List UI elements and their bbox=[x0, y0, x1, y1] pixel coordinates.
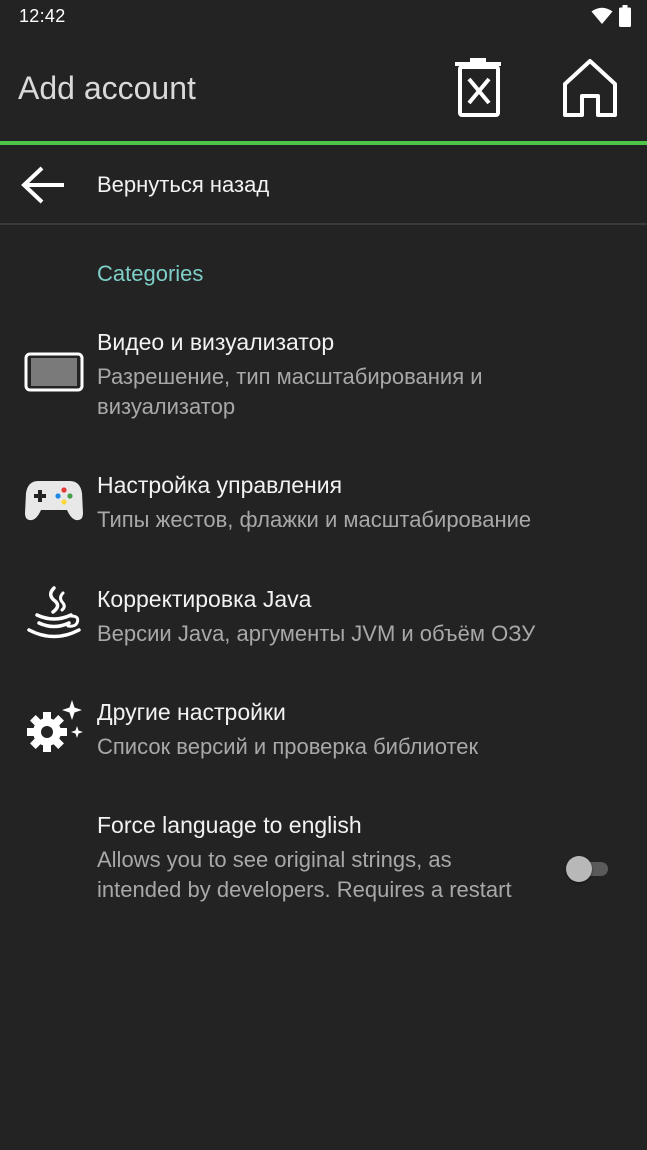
home-icon bbox=[563, 59, 617, 117]
arrow-left-icon bbox=[21, 166, 64, 204]
force-english-toggle[interactable] bbox=[566, 856, 610, 882]
pref-summary: Версии Java, аргументы JVM и объём ОЗУ bbox=[97, 621, 536, 646]
category-header: Categories bbox=[97, 261, 204, 286]
pref-summary: Allows you to see original strings, as i… bbox=[97, 847, 512, 902]
pref-java[interactable]: Корректировка Java Версии Java, аргумент… bbox=[0, 586, 647, 658]
back-button[interactable]: Вернуться назад bbox=[0, 145, 647, 225]
video-screen-icon bbox=[22, 344, 86, 400]
app-title: Add account bbox=[18, 70, 196, 106]
pref-title: Видео и визуализатор bbox=[97, 329, 335, 355]
wifi-icon bbox=[591, 7, 613, 24]
pref-video-renderer[interactable]: Видео и визуализатор Разрешение, тип мас… bbox=[0, 329, 647, 429]
battery-icon bbox=[619, 5, 631, 27]
java-icon bbox=[22, 586, 86, 642]
status-time: 12:42 bbox=[19, 6, 66, 26]
pref-misc[interactable]: Другие настройки Список версий и проверк… bbox=[0, 699, 647, 771]
pref-summary: Разрешение, тип масштабирования и визуал… bbox=[97, 364, 483, 419]
pref-title: Корректировка Java bbox=[97, 586, 312, 612]
app-bar: Add account bbox=[0, 34, 647, 142]
toggle-thumb bbox=[566, 856, 592, 882]
pref-force-english[interactable]: Force language to english Allows you to … bbox=[0, 812, 647, 940]
pref-title: Настройка управления bbox=[97, 472, 343, 498]
home-button[interactable] bbox=[558, 56, 622, 120]
pref-title: Force language to english bbox=[97, 812, 362, 838]
status-bar: 12:42 bbox=[0, 0, 647, 34]
pref-title: Другие настройки bbox=[97, 699, 286, 725]
back-label: Вернуться назад bbox=[97, 172, 270, 197]
delete-icon bbox=[455, 58, 501, 117]
gamepad-icon bbox=[22, 472, 86, 528]
pref-summary: Список версий и проверка библиотек bbox=[97, 734, 479, 759]
gear-sparkle-icon bbox=[22, 699, 86, 755]
pref-summary: Типы жестов, флажки и масштабирование bbox=[97, 507, 532, 532]
pref-controls[interactable]: Настройка управления Типы жестов, флажки… bbox=[0, 472, 647, 544]
delete-account-button[interactable] bbox=[446, 56, 510, 120]
status-icons bbox=[591, 5, 631, 27]
